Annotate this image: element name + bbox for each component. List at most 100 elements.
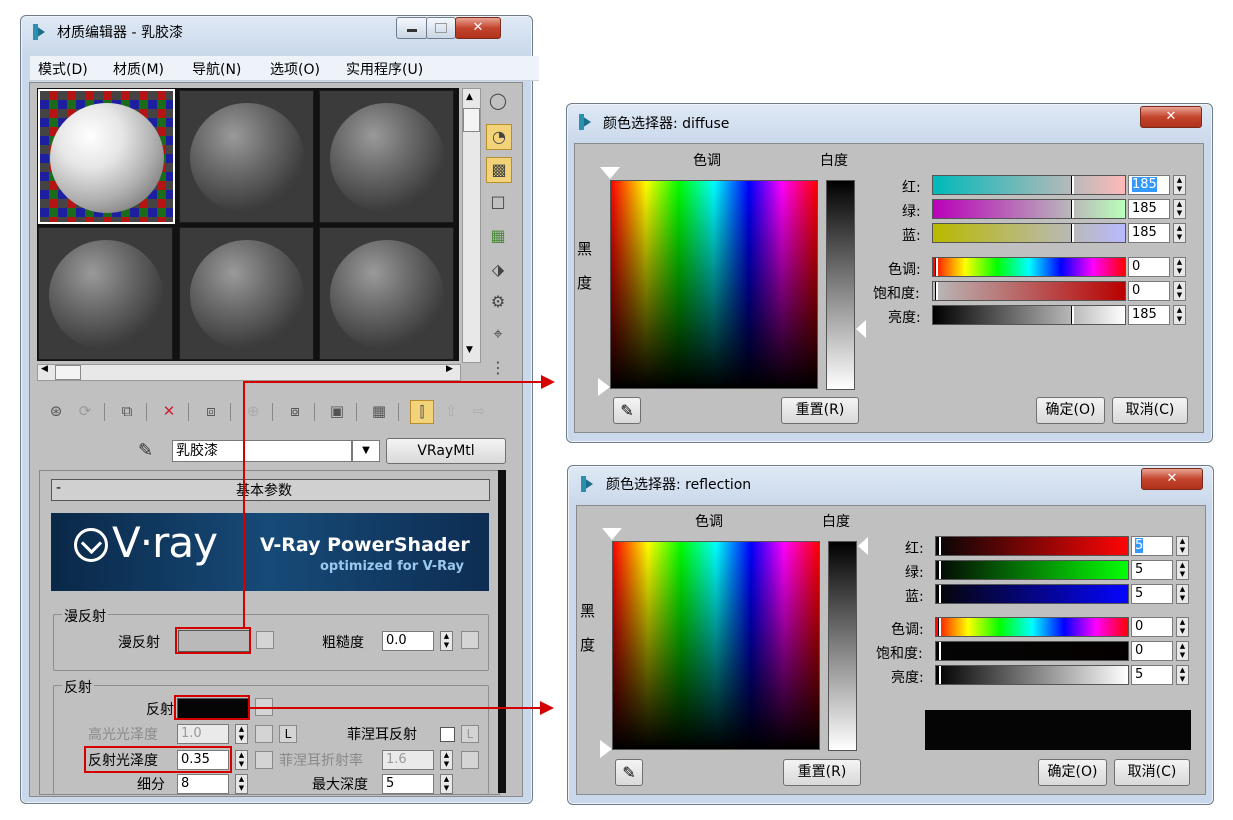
make-preview-icon[interactable]: ⬗ (486, 258, 510, 282)
picker-diffuse-sat-bar[interactable] (932, 281, 1126, 301)
picker-reflection-value-value[interactable]: 5 (1131, 665, 1173, 685)
refl-gloss-field[interactable]: 0.35 (177, 750, 229, 770)
picker-reflection-green-value[interactable]: 5 (1131, 560, 1173, 580)
picker-diffuse-value-spinner[interactable]: ▲ ▼ (1173, 305, 1186, 325)
picker-diffuse-hue-bar[interactable] (932, 257, 1126, 277)
diffuse-map-button[interactable] (256, 631, 274, 649)
material-name-field[interactable]: 乳胶漆 (172, 440, 352, 462)
go-sibling-icon[interactable]: ⇨ (468, 400, 490, 422)
material-nav-icon[interactable]: ⋮ (486, 356, 510, 380)
picker-reflection-eyedropper-button[interactable]: ✎ (615, 759, 643, 786)
picker-diffuse-whiteness-bar[interactable] (826, 180, 855, 390)
material-name-dropdown[interactable]: ▼ (352, 440, 380, 462)
max-depth-field[interactable]: 5 (382, 774, 434, 794)
subdivs-field[interactable]: 8 (177, 774, 229, 794)
material-editor-titlebar[interactable]: 材质编辑器 - 乳胶漆 ✕ (21, 16, 532, 46)
picker-diffuse-close-button[interactable]: ✕ (1140, 106, 1202, 128)
picker-diffuse-sat-spinner[interactable]: ▲ ▼ (1173, 281, 1186, 301)
picker-reflection-value-spinner[interactable]: ▲ ▼ (1176, 665, 1189, 685)
options-icon[interactable]: ⚙ (486, 290, 510, 314)
hue-indicator-icon[interactable] (602, 528, 622, 540)
material-type-button[interactable]: VRayMtl (386, 438, 506, 464)
sample-type-icon[interactable]: ◯ (486, 89, 510, 113)
roughness-field[interactable]: 0.0 (382, 631, 434, 651)
video-check-icon[interactable]: ▦ (486, 224, 510, 248)
subdivs-spinner[interactable]: ▲ ▼ (235, 774, 248, 794)
picker-reflection-red-spinner[interactable]: ▲ ▼ (1176, 536, 1189, 556)
go-parent-icon[interactable]: ⇧ (440, 400, 462, 422)
backlight-icon[interactable]: ◔ (486, 124, 512, 150)
hilight-lock-button[interactable]: L (279, 725, 297, 743)
max-depth-spinner[interactable]: ▲ ▼ (440, 774, 453, 794)
picker-reflection-hue-bar[interactable] (935, 617, 1129, 637)
picker-reflection-close-button[interactable]: ✕ (1141, 468, 1203, 490)
picker-diffuse-value-value[interactable]: 185 (1128, 305, 1170, 325)
picker-reflection-value-bar[interactable] (935, 665, 1129, 685)
show-end-icon[interactable]: ⫿ (410, 400, 434, 424)
put-to-library-icon[interactable]: ⧇ (284, 400, 306, 422)
menu-material[interactable]: 材质(M) (113, 59, 164, 79)
picker-diffuse-cancel-button[interactable]: 取消(C) (1112, 397, 1188, 424)
picker-diffuse-red-bar[interactable] (932, 175, 1126, 195)
background-icon[interactable]: ▩ (486, 157, 512, 183)
get-material-icon[interactable]: ⊛ (45, 400, 67, 422)
picker-reflection-blue-spinner[interactable]: ▲ ▼ (1176, 584, 1189, 604)
hilight-gloss-map-button[interactable] (255, 725, 273, 743)
rollout-scrollbar[interactable] (498, 470, 506, 793)
picker-reflection-cancel-button[interactable]: 取消(C) (1114, 759, 1190, 786)
fresnel-checkbox[interactable] (440, 727, 455, 742)
picker-diffuse-reset-button[interactable]: 重置(R) (781, 397, 859, 424)
menu-navigation[interactable]: 导航(N) (192, 59, 241, 79)
minimize-button[interactable] (396, 17, 428, 39)
hilight-gloss-field[interactable]: 1.0 (177, 724, 229, 744)
fresnel-lock-button[interactable]: L (461, 725, 479, 743)
show-map-icon[interactable]: ▦ (368, 400, 390, 422)
sample-slot-1[interactable] (38, 89, 175, 224)
picker-reflection-blue-bar[interactable] (935, 584, 1129, 604)
picker-reflection-blue-value[interactable]: 5 (1131, 584, 1173, 604)
put-to-scene-icon[interactable]: ⟳ (74, 400, 96, 422)
picker-diffuse-green-spinner[interactable]: ▲ ▼ (1173, 199, 1186, 219)
picker-reflection-hue-field[interactable] (612, 541, 820, 750)
fresnel-ior-field[interactable]: 1.6 (382, 750, 434, 770)
picker-diffuse-blue-spinner[interactable]: ▲ ▼ (1173, 223, 1186, 243)
menu-mode[interactable]: 模式(D) (38, 59, 88, 79)
picker-reflection-hue-spinner[interactable]: ▲ ▼ (1176, 617, 1189, 637)
blackness-indicator-icon[interactable] (598, 378, 610, 396)
material-id-icon[interactable]: ▣ (326, 400, 348, 422)
sample-slot-4[interactable] (38, 227, 173, 360)
make-unique-icon[interactable]: ⊕ (242, 400, 264, 422)
scroll-right-arrow-icon[interactable]: ▶ (446, 364, 453, 374)
picker-diffuse-hue-value[interactable]: 0 (1128, 257, 1170, 277)
blackness-indicator-icon[interactable] (600, 740, 612, 758)
picker-reflection-red-value[interactable]: 5 (1131, 536, 1173, 556)
picker-reflection-hue-value[interactable]: 0 (1131, 617, 1173, 637)
fresnel-ior-map-button[interactable] (461, 751, 479, 769)
whiteness-indicator-icon[interactable] (858, 537, 868, 555)
picker-reflection-sat-value[interactable]: 0 (1131, 641, 1173, 661)
menu-utilities[interactable]: 实用程序(U) (346, 59, 423, 79)
roughness-map-button[interactable] (461, 631, 479, 649)
whiteness-indicator-icon[interactable] (856, 320, 866, 338)
picker-reflection-ok-button[interactable]: 确定(O) (1038, 759, 1107, 786)
rollout-collapse-icon[interactable]: - (56, 480, 61, 496)
picker-reflection-sat-bar[interactable] (935, 641, 1129, 661)
picker-diffuse-red-value[interactable]: 185 (1128, 175, 1170, 195)
maximize-button[interactable] (426, 17, 456, 39)
close-button[interactable]: ✕ (455, 17, 501, 39)
scroll-up-arrow-icon[interactable]: ▲ (466, 92, 473, 102)
hscroll-thumb[interactable] (55, 365, 81, 380)
hue-indicator-icon[interactable] (600, 167, 620, 179)
picker-diffuse-ok-button[interactable]: 确定(O) (1036, 397, 1105, 424)
sample-slot-5[interactable] (179, 227, 314, 360)
select-by-material-icon[interactable]: ⌖ (486, 322, 510, 346)
reset-icon[interactable]: ✕ (158, 400, 180, 422)
scroll-thumb[interactable] (463, 108, 480, 132)
sample-slot-6[interactable] (319, 227, 454, 360)
picker-reflection-green-bar[interactable] (935, 560, 1129, 580)
scroll-down-arrow-icon[interactable]: ▼ (466, 345, 473, 355)
refl-gloss-spinner[interactable]: ▲ ▼ (235, 750, 248, 770)
picker-diffuse-green-value[interactable]: 185 (1128, 199, 1170, 219)
picker-reflection-reset-button[interactable]: 重置(R) (783, 759, 861, 786)
assign-icon[interactable]: ⧉ (116, 400, 138, 422)
